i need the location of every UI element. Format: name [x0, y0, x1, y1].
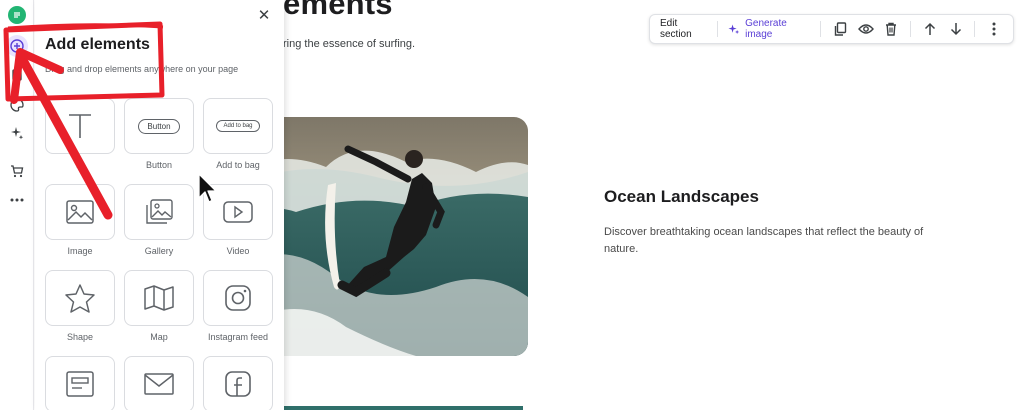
more-vertical-icon[interactable] — [981, 18, 1007, 40]
website-builder: ements ring the essence of surfing. Ocea… — [0, 0, 1024, 410]
section-body: Discover breathtaking ocean landscapes t… — [604, 226, 924, 255]
next-section-image-edge — [283, 406, 523, 410]
mail-icon — [144, 373, 174, 395]
mouse-cursor-icon — [198, 173, 217, 203]
generate-image-label: Generate image — [745, 18, 787, 40]
tile-label-image: Image — [67, 246, 93, 256]
instagram-icon — [225, 285, 251, 311]
button-preview: Button — [138, 118, 180, 134]
duplicate-icon[interactable] — [827, 18, 853, 40]
facebook-icon — [225, 371, 251, 397]
arrow-down-icon[interactable] — [943, 18, 969, 40]
toolbar-divider — [910, 21, 912, 37]
more-horizontal-icon[interactable] — [6, 189, 28, 211]
edit-section-button[interactable]: Edit section — [656, 18, 711, 40]
star-icon — [65, 284, 95, 313]
image-icon — [66, 200, 94, 224]
section-heading: Ocean Landscapes — [604, 187, 759, 206]
add-elements-panel: ✕ Add elements Drag and drop elements an… — [35, 0, 284, 410]
map-icon — [144, 285, 174, 311]
section-toolbar: Edit section Generate image — [649, 14, 1014, 44]
page-title: ements — [283, 0, 393, 21]
tile-map[interactable] — [124, 270, 194, 326]
tile-label-gallery: Gallery — [144, 246, 174, 256]
add-to-bag-preview: Add to bag — [216, 120, 260, 132]
gallery-icon — [146, 199, 173, 224]
edit-section-label: Edit section — [660, 18, 692, 40]
tile-email[interactable] — [124, 356, 194, 410]
eye-icon[interactable] — [853, 18, 879, 40]
panel-subtitle: Drag and drop elements anywhere on your … — [45, 64, 239, 74]
tile-instagram[interactable] — [203, 270, 273, 326]
close-icon[interactable]: ✕ — [256, 8, 272, 24]
tile-gallery[interactable] — [124, 184, 194, 240]
tile-label-map: Map — [150, 332, 168, 342]
sparkle-icon — [728, 23, 740, 34]
toolbar-divider — [820, 21, 822, 37]
tile-label-button: Button — [145, 160, 173, 170]
arrow-up-icon[interactable] — [917, 18, 943, 40]
theme-icon[interactable] — [6, 94, 28, 116]
logo-icon[interactable] — [8, 6, 26, 24]
left-rail — [0, 0, 34, 410]
tile-label-instagram: Instagram feed — [207, 332, 269, 342]
tile-label-video: Video — [226, 246, 250, 256]
tile-text[interactable] — [45, 98, 115, 154]
tile-shape[interactable] — [45, 270, 115, 326]
text-icon — [69, 114, 91, 138]
tile-label-add-to-bag: Add to bag — [216, 160, 260, 170]
toolbar-divider — [974, 21, 976, 37]
toolbar-divider — [717, 21, 719, 37]
page-subtitle: ring the essence of surfing. — [283, 38, 416, 50]
tile-label-text: xt — [76, 160, 84, 170]
tile-image[interactable] — [45, 184, 115, 240]
tile-add-to-bag[interactable]: Add to bag — [203, 98, 273, 154]
tile-form[interactable] — [45, 356, 115, 410]
video-icon — [223, 201, 253, 223]
trash-icon[interactable] — [879, 18, 905, 40]
tile-label-shape: Shape — [66, 332, 94, 342]
pages-icon[interactable] — [6, 64, 28, 86]
form-icon — [66, 371, 94, 397]
ai-sparkle-icon[interactable] — [6, 122, 28, 144]
panel-title: Add elements — [45, 36, 150, 53]
generate-image-button[interactable]: Generate image — [724, 18, 814, 40]
tile-facebook[interactable] — [203, 356, 273, 410]
tile-button[interactable]: Button — [124, 98, 194, 154]
cart-icon[interactable] — [6, 160, 28, 182]
add-icon[interactable] — [6, 35, 28, 57]
